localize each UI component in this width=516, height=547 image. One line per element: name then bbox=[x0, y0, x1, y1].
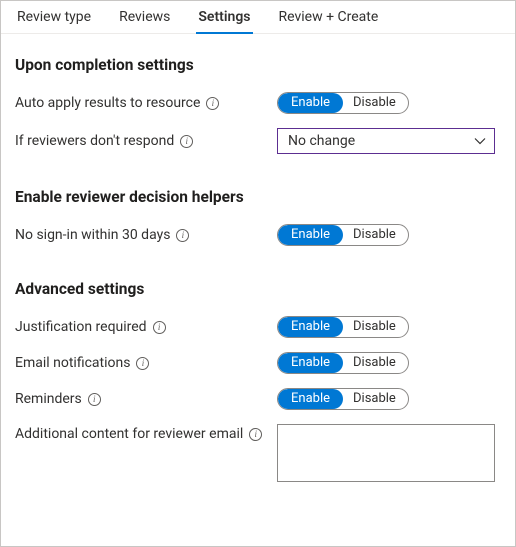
label-auto-apply: Auto apply results to resource bbox=[15, 95, 200, 111]
info-icon[interactable] bbox=[176, 229, 189, 242]
content-area: Upon completion settings Auto apply resu… bbox=[1, 34, 515, 510]
toggle-on: Enable bbox=[278, 389, 343, 409]
info-icon[interactable] bbox=[153, 321, 166, 334]
toggle-on: Enable bbox=[278, 225, 343, 245]
row-email-notif: Email notifications Enable Disable bbox=[15, 352, 501, 374]
row-no-signin: No sign-in within 30 days Enable Disable bbox=[15, 224, 501, 246]
section-advanced-title: Advanced settings bbox=[15, 280, 501, 298]
toggle-off: Disable bbox=[343, 389, 408, 409]
section-completion-title: Upon completion settings bbox=[15, 56, 501, 74]
tab-bar: Review type Reviews Settings Review + Cr… bbox=[1, 1, 515, 34]
info-icon[interactable] bbox=[180, 135, 193, 148]
row-no-respond: If reviewers don't respond No change bbox=[15, 128, 501, 154]
toggle-no-signin[interactable]: Enable Disable bbox=[277, 224, 409, 246]
toggle-on: Enable bbox=[278, 317, 343, 337]
info-icon[interactable] bbox=[88, 393, 101, 406]
toggle-off: Disable bbox=[343, 225, 408, 245]
row-justification: Justification required Enable Disable bbox=[15, 316, 501, 338]
textarea-additional-content[interactable] bbox=[277, 424, 495, 482]
toggle-off: Disable bbox=[343, 93, 408, 113]
label-justification: Justification required bbox=[15, 319, 147, 335]
toggle-reminders[interactable]: Enable Disable bbox=[277, 388, 409, 410]
label-email-notif: Email notifications bbox=[15, 355, 130, 371]
tab-review-type[interactable]: Review type bbox=[15, 5, 93, 33]
toggle-off: Disable bbox=[343, 317, 408, 337]
row-auto-apply: Auto apply results to resource Enable Di… bbox=[15, 92, 501, 114]
toggle-justification[interactable]: Enable Disable bbox=[277, 316, 409, 338]
label-no-signin: No sign-in within 30 days bbox=[15, 227, 170, 243]
tab-reviews[interactable]: Reviews bbox=[117, 5, 172, 33]
toggle-auto-apply[interactable]: Enable Disable bbox=[277, 92, 409, 114]
info-icon[interactable] bbox=[249, 428, 262, 441]
info-icon[interactable] bbox=[136, 357, 149, 370]
toggle-email-notif[interactable]: Enable Disable bbox=[277, 352, 409, 374]
chevron-down-icon bbox=[474, 135, 486, 147]
select-no-respond-value: No change bbox=[288, 133, 355, 149]
tab-review-create[interactable]: Review + Create bbox=[277, 5, 381, 33]
section-helpers-title: Enable reviewer decision helpers bbox=[15, 188, 501, 206]
info-icon[interactable] bbox=[206, 97, 219, 110]
label-additional-content: Additional content for reviewer email bbox=[15, 426, 243, 442]
toggle-on: Enable bbox=[278, 93, 343, 113]
select-no-respond[interactable]: No change bbox=[277, 128, 495, 154]
tab-settings[interactable]: Settings bbox=[196, 5, 252, 33]
settings-panel: Review type Reviews Settings Review + Cr… bbox=[0, 0, 516, 547]
row-additional-content: Additional content for reviewer email bbox=[15, 424, 501, 482]
label-reminders: Reminders bbox=[15, 391, 82, 407]
toggle-off: Disable bbox=[343, 353, 408, 373]
row-reminders: Reminders Enable Disable bbox=[15, 388, 501, 410]
label-no-respond: If reviewers don't respond bbox=[15, 133, 174, 149]
toggle-on: Enable bbox=[278, 353, 343, 373]
